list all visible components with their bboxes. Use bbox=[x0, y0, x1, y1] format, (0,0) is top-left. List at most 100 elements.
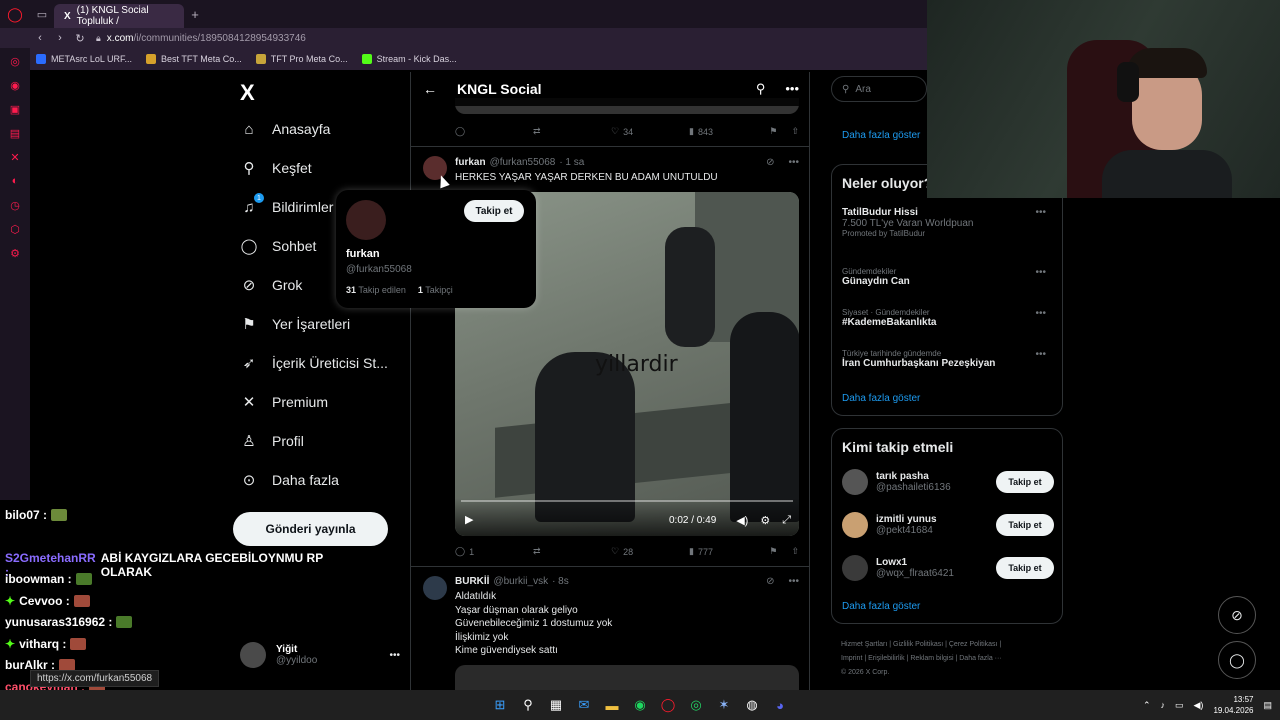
bookmark-item[interactable]: Best TFT Meta Co... bbox=[146, 54, 242, 64]
steam-icon[interactable]: ◍ bbox=[742, 695, 762, 715]
views-button[interactable]: ▮ 843 bbox=[689, 126, 767, 137]
chat-icon[interactable]: ▣ bbox=[8, 102, 22, 116]
avatar[interactable] bbox=[423, 576, 447, 600]
trend-item[interactable]: TatilBudur Hissi 7.500 TL'ye Varan World… bbox=[842, 207, 1054, 238]
folder-icon[interactable]: ▬ bbox=[602, 695, 622, 715]
nav-profile[interactable]: ♙ Profil bbox=[240, 432, 304, 450]
tweet-author-name[interactable]: furkan bbox=[455, 157, 486, 168]
tweet-author-handle[interactable]: @furkan55068 bbox=[490, 157, 556, 168]
nav-explore[interactable]: ⚲ Keşfet bbox=[240, 159, 312, 177]
more-dots-icon[interactable]: ••• bbox=[1035, 308, 1046, 319]
following-stat[interactable]: 31 Takip edilen bbox=[346, 285, 406, 295]
follow-suggestion[interactable]: Lowx1 @wqx_flraat6421 Takip et bbox=[842, 555, 1054, 581]
trend-item[interactable]: Siyaset · Gündemdekiler #KademeBakanlıkt… bbox=[842, 308, 1054, 328]
tweet-time[interactable]: · 8s bbox=[552, 576, 569, 587]
chevron-up-icon[interactable]: ⌃ bbox=[1143, 700, 1151, 711]
hover-name[interactable]: furkan bbox=[346, 248, 380, 260]
follow-button[interactable]: Takip et bbox=[996, 471, 1054, 493]
retweet-icon[interactable]: ⇄ bbox=[533, 126, 611, 137]
play-icon[interactable]: ▶ bbox=[465, 513, 473, 526]
forward-icon[interactable]: › bbox=[50, 32, 70, 44]
show-more-link[interactable]: Daha fazla göster bbox=[842, 393, 920, 404]
messages-icon[interactable]: ◯ bbox=[1218, 641, 1256, 679]
nav-premium[interactable]: ✕ Premium bbox=[240, 393, 328, 411]
mail-icon[interactable]: ▤ bbox=[8, 126, 22, 140]
opera-logo-icon[interactable]: ◯ bbox=[0, 0, 30, 28]
show-more-link[interactable]: Daha fazla göster bbox=[842, 130, 920, 141]
trend-item[interactable]: Türkiye tarihinde gündemde İran Cumhurba… bbox=[842, 349, 1054, 369]
more-dots-icon[interactable]: ••• bbox=[788, 157, 799, 168]
extensions-icon[interactable]: ⬡ bbox=[8, 222, 22, 236]
nav-bookmarks[interactable]: ⚑ Yer İşaretleri bbox=[240, 315, 350, 333]
tweet-author-handle[interactable]: @burkii_vsk bbox=[493, 576, 548, 587]
trend-item[interactable]: Gündemdekiler Günaydın Can ••• bbox=[842, 267, 1054, 287]
outlook-icon[interactable]: ✉ bbox=[574, 695, 594, 715]
like-button[interactable]: ♡ 28 bbox=[611, 546, 689, 557]
opera-ai-icon[interactable]: ◎ bbox=[8, 54, 22, 68]
hover-handle[interactable]: @furkan55068 bbox=[346, 264, 412, 275]
browser-tab[interactable]: X (1) KNGL Social Topluluk / bbox=[54, 4, 184, 28]
url-field[interactable]: x.com/i/communities/1895084128954933746 bbox=[107, 33, 306, 44]
views-button[interactable]: ▮ 777 bbox=[689, 546, 767, 557]
nav-creator-studio[interactable]: ➶ İçerik Üreticisi St... bbox=[240, 354, 388, 372]
tweet-media[interactable] bbox=[455, 665, 799, 692]
history-icon[interactable]: ◷ bbox=[8, 198, 22, 212]
more-dots-icon[interactable]: ••• bbox=[1035, 349, 1046, 360]
display-icon[interactable]: ▭ bbox=[1175, 700, 1184, 711]
grok-icon[interactable]: ⊘ bbox=[766, 576, 774, 587]
followers-stat[interactable]: 1 Takipçi bbox=[418, 285, 453, 295]
search-input[interactable]: ⚲ Ara bbox=[831, 76, 927, 102]
follow-button[interactable]: Takip et bbox=[996, 557, 1054, 579]
mic-icon[interactable]: ♪ bbox=[1161, 700, 1166, 710]
show-more-link[interactable]: Daha fazla göster bbox=[842, 601, 920, 612]
grok-icon[interactable]: ⊘ bbox=[766, 157, 774, 168]
x-icon[interactable]: ✕ bbox=[8, 150, 22, 164]
nav-home[interactable]: ⌂ Anasayfa bbox=[240, 120, 330, 138]
discord-icon[interactable]: ◕ bbox=[770, 695, 790, 715]
video-progress-bar[interactable] bbox=[461, 500, 793, 502]
bookmark-item[interactable]: METAsrc LoL URF... bbox=[36, 54, 132, 64]
back-arrow-icon[interactable]: ← bbox=[423, 81, 437, 97]
whatsapp-icon[interactable]: ◎ bbox=[686, 695, 706, 715]
follow-suggestion[interactable]: izmitli yunus @pekt41684 Takip et bbox=[842, 512, 1054, 538]
search-icon[interactable]: ⚲ bbox=[518, 695, 538, 715]
volume-icon[interactable]: ◀) bbox=[736, 514, 748, 527]
nav-messages[interactable]: ◯ Sohbet bbox=[240, 237, 317, 255]
retweet-icon[interactable]: ⇄ bbox=[533, 546, 611, 557]
back-icon[interactable]: ‹ bbox=[30, 32, 50, 44]
app-icon[interactable]: ✶ bbox=[714, 695, 734, 715]
follow-button[interactable]: Takip et bbox=[996, 514, 1054, 536]
spotify-icon[interactable]: ◉ bbox=[630, 695, 650, 715]
tweet-author-name[interactable]: BURKİİ bbox=[455, 576, 489, 587]
grok-icon[interactable]: ⊘ bbox=[1218, 596, 1256, 634]
reply-button[interactable]: ◯ 1 bbox=[455, 546, 533, 557]
bookmark-icon[interactable]: ⚑ bbox=[769, 546, 777, 557]
settings-icon[interactable]: ⚙ bbox=[760, 514, 770, 527]
reply-icon[interactable]: ◯ bbox=[455, 126, 533, 137]
more-dots-icon[interactable]: ••• bbox=[788, 576, 799, 587]
follow-button[interactable]: Takip et bbox=[464, 200, 524, 222]
avatar[interactable] bbox=[346, 200, 386, 240]
volume-icon[interactable]: ◀) bbox=[1194, 700, 1204, 711]
settings-icon[interactable]: ⚙ bbox=[8, 246, 22, 260]
more-dots-icon[interactable]: ••• bbox=[785, 81, 799, 97]
messenger-icon[interactable]: ◉ bbox=[8, 78, 22, 92]
windows-start-icon[interactable]: ⊞ bbox=[490, 695, 510, 715]
more-dots-icon[interactable]: ••• bbox=[1035, 207, 1046, 218]
opera-icon[interactable]: ◯ bbox=[658, 695, 678, 715]
bookmark-item[interactable]: Stream - Kick Das... bbox=[361, 54, 457, 64]
bookmark-item[interactable]: TFT Pro Meta Co... bbox=[255, 54, 348, 64]
share-icon[interactable]: ⇧ bbox=[791, 546, 799, 557]
tweet-time[interactable]: · 1 sa bbox=[559, 157, 584, 168]
more-dots-icon[interactable]: ••• bbox=[389, 650, 400, 661]
notification-icon[interactable]: ▤ bbox=[1263, 700, 1272, 711]
nav-notifications[interactable]: ♫ 1 Bildirimler bbox=[240, 193, 333, 216]
store-icon[interactable]: ▦ bbox=[546, 695, 566, 715]
bookmark-icon[interactable]: ⚑ bbox=[769, 126, 777, 137]
clock[interactable]: 13:57 19.04.2026 bbox=[1213, 694, 1253, 716]
like-button[interactable]: ♡ 34 bbox=[611, 126, 689, 137]
search-icon[interactable]: ⚲ bbox=[756, 81, 766, 97]
more-dots-icon[interactable]: ••• bbox=[1035, 267, 1046, 278]
player-icon[interactable]: ◐ bbox=[8, 174, 22, 188]
reload-icon[interactable]: ↻ bbox=[70, 32, 90, 45]
